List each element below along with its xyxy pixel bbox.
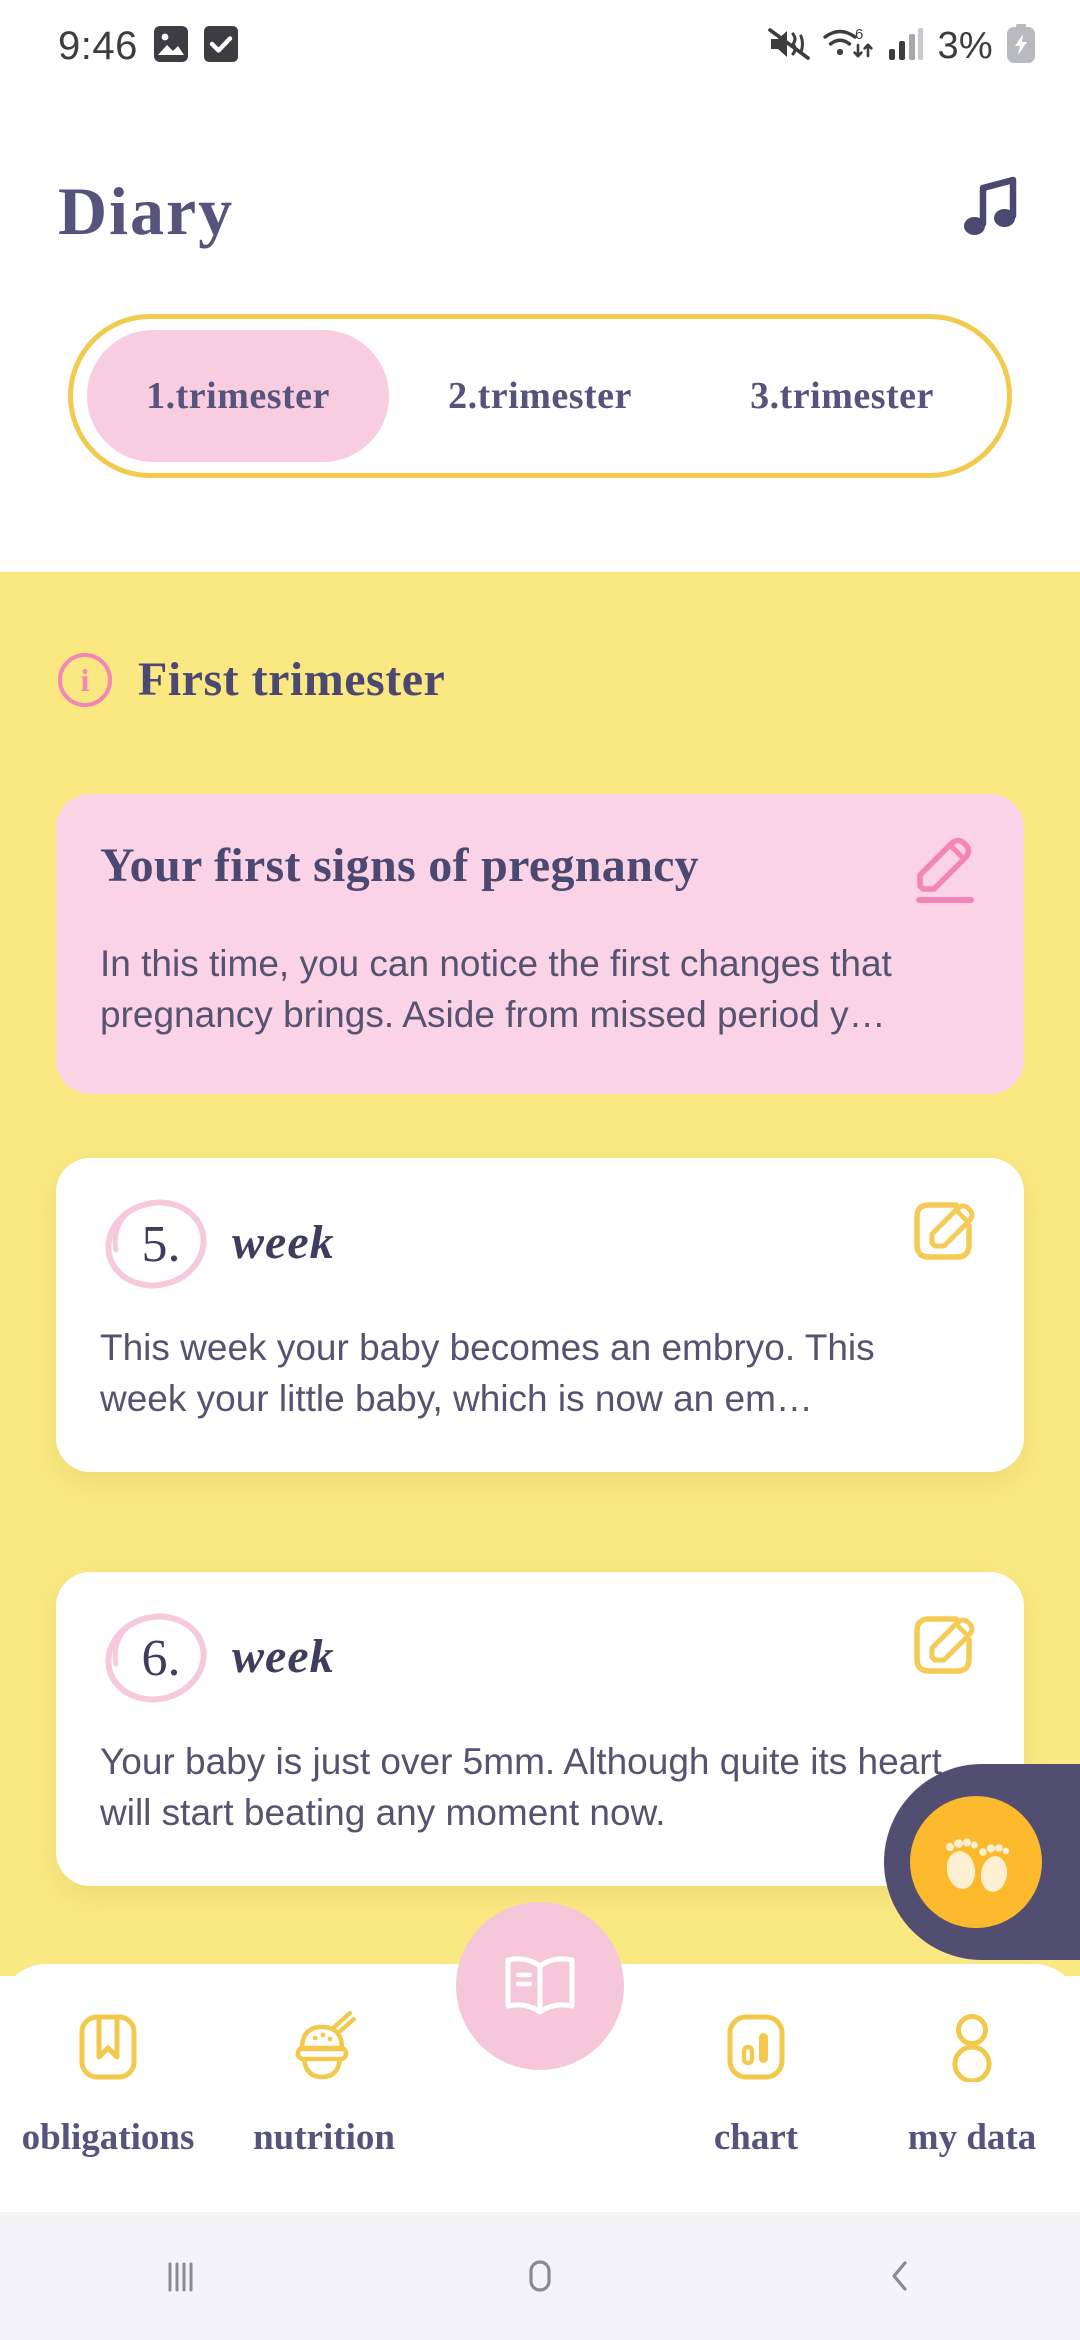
card-week-5[interactable]: 5. week This week your baby becomes an e…	[56, 1158, 1024, 1472]
week-label: week	[232, 1629, 335, 1683]
nav-label-my-data: my data	[907, 2117, 1037, 2158]
week-number-badge: 5.	[100, 1192, 216, 1296]
page-title: Diary	[58, 173, 235, 249]
section-header: i First trimester	[58, 652, 445, 707]
status-clock: 9:46	[58, 23, 138, 68]
bottom-nav-row: obligations nutrition chart my data	[0, 1902, 1080, 2212]
week-header: 6. week	[100, 1606, 335, 1710]
baby-footprints-fab[interactable]	[884, 1764, 1080, 1960]
image-icon	[153, 25, 188, 67]
info-circle-icon[interactable]: i	[58, 652, 112, 707]
food-bowl-icon	[288, 2011, 360, 2082]
nav-item-my-data[interactable]: my data	[864, 1964, 1080, 2212]
wifi-6-icon: 6	[823, 25, 875, 68]
battery-percent-label: 3%	[937, 24, 993, 67]
open-book-icon[interactable]	[456, 1902, 624, 2070]
music-note-icon[interactable]	[954, 170, 1028, 246]
nav-label-obligations: obligations	[21, 2117, 195, 2158]
section-title: First trimester	[138, 653, 446, 706]
nav-item-diary[interactable]	[432, 1902, 648, 2212]
bottom-navigation: obligations nutrition chart my data	[0, 1902, 1080, 2212]
tab-trimester-1[interactable]: 1.trimester	[87, 330, 389, 462]
status-bar-left: 9:46	[58, 24, 238, 69]
svg-text:6: 6	[855, 26, 863, 43]
week-label: week	[232, 1215, 335, 1269]
nav-item-obligations[interactable]: obligations	[0, 1964, 216, 2212]
nav-item-nutrition[interactable]: nutrition	[216, 1964, 432, 2212]
app-screen: 9:46 6 3% Diary 1.trimester 2.trimester …	[0, 0, 1080, 2340]
week-header: 5. week	[100, 1192, 335, 1296]
card-body: In this time, you can notice the first c…	[100, 943, 892, 1036]
bookmark-icon	[77, 2012, 139, 2082]
baby-footprints-icon	[910, 1796, 1042, 1928]
back-icon[interactable]	[825, 2212, 975, 2340]
card-first-signs[interactable]: Your first signs of pregnancy In this ti…	[56, 794, 1024, 1094]
pencil-underline-icon[interactable]	[906, 832, 982, 908]
card-week-6[interactable]: 6. week Your baby is just over 5mm. Alth…	[56, 1572, 1024, 1886]
person-icon	[941, 2012, 1003, 2082]
nav-item-chart[interactable]: chart	[648, 1964, 864, 2212]
card-body: This week your baby becomes an embryo. T…	[100, 1327, 875, 1420]
recents-icon[interactable]	[105, 2212, 255, 2340]
cellular-signal-icon	[888, 27, 924, 66]
tab-trimester-3[interactable]: 3.trimester	[691, 330, 993, 462]
checkbox-checked-icon	[203, 25, 238, 67]
week-number: 6.	[141, 1629, 181, 1687]
week-number-badge: 6.	[100, 1606, 216, 1710]
bar-chart-icon	[725, 2012, 787, 2082]
home-icon[interactable]	[465, 2212, 615, 2340]
status-bar-right: 6 3%	[768, 23, 1036, 69]
header: Diary 1.trimester 2.trimester 3.trimeste…	[0, 92, 1080, 572]
nav-label-chart: chart	[713, 2117, 799, 2158]
android-navigation-bar	[0, 2212, 1080, 2340]
tab-trimester-2[interactable]: 2.trimester	[389, 330, 691, 462]
pencil-square-icon[interactable]	[908, 1196, 980, 1268]
trimester-tab-bar: 1.trimester 2.trimester 3.trimester	[68, 314, 1012, 478]
card-title: Your first signs of pregnancy	[100, 839, 699, 892]
status-bar: 9:46 6 3%	[0, 0, 1080, 92]
battery-charging-icon	[1006, 23, 1036, 69]
pencil-square-icon[interactable]	[908, 1610, 980, 1682]
mute-vibrate-icon	[768, 26, 811, 67]
nav-label-nutrition: nutrition	[253, 2117, 395, 2158]
card-body: Your baby is just over 5mm. Although qui…	[100, 1741, 942, 1834]
week-number: 5.	[141, 1215, 181, 1273]
